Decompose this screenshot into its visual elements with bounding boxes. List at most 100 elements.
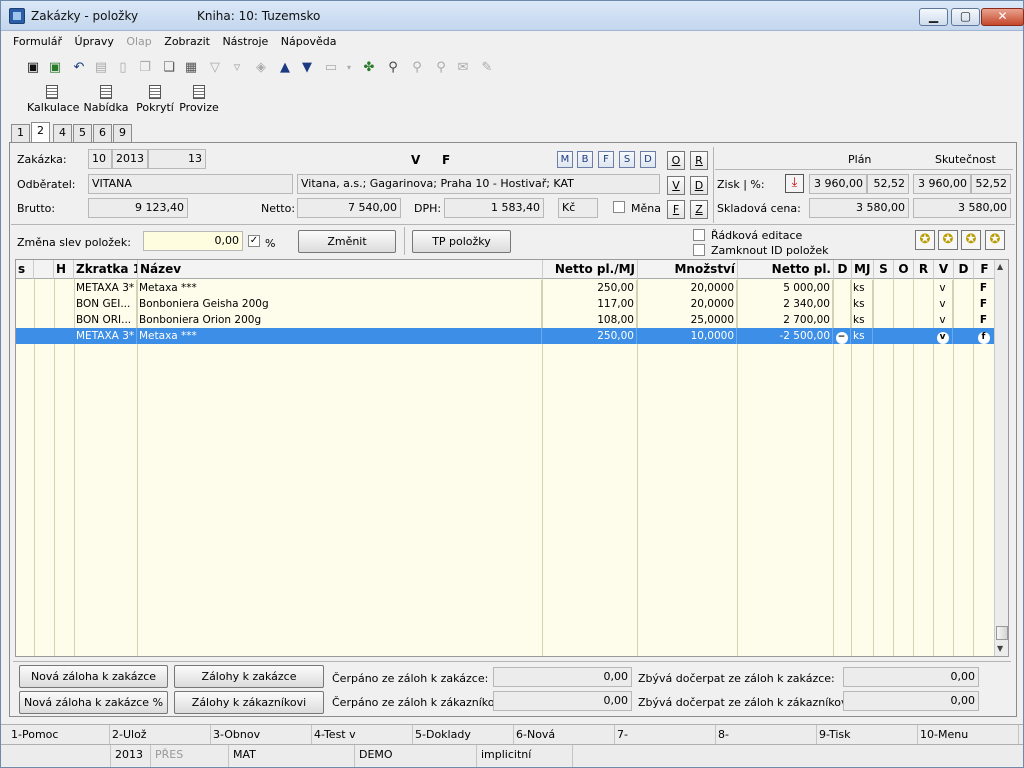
zalohy-zakaznik-button[interactable]: Zálohy k zákazníkovi [174,691,324,714]
pokryti-button[interactable]: Pokrytí [135,83,175,114]
col-blank[interactable] [34,260,54,279]
cell-netto-mj[interactable]: 108,00 [542,312,637,328]
star-icon[interactable]: ✪ [915,230,935,250]
book-icon[interactable]: ▦ [183,60,199,76]
fkey-6[interactable]: 6-Nová [514,725,615,745]
zmenit-button[interactable]: Změnit [298,230,396,253]
col-netto[interactable]: Netto pl. [738,260,834,279]
tab-1[interactable]: 1 [11,124,30,142]
table-row[interactable]: METAXA 3* Metaxa *** 250,00 20,0000 5 000,00… [16,280,996,296]
star-delete-icon[interactable]: ✪ [985,230,1005,250]
cell-zkratka[interactable]: BON GEI... [74,296,137,312]
items-grid[interactable]: s H Zkratka 1 Název Netto pl./MJ Množstv… [15,259,1009,657]
cell-f[interactable]: f [973,328,995,344]
cell-d[interactable] [833,280,851,296]
menu-nastroje[interactable]: Nástroje [222,35,268,48]
f-button[interactable]: F [598,151,614,168]
binocular-arrow-icon[interactable]: ✤ [361,60,377,76]
cell-d[interactable] [833,296,851,312]
col-s2[interactable]: S [874,260,894,279]
cell-mj[interactable]: ks [851,312,873,328]
s-button[interactable]: S [619,151,635,168]
z-button[interactable]: Z [690,200,708,219]
col-h[interactable]: H [54,260,74,279]
d-side-button[interactable]: D [690,176,708,195]
undo-icon[interactable]: ↶ [71,60,87,76]
percent-checkbox[interactable]: ✓ [248,235,260,247]
col-mnozstvi[interactable]: Množství [638,260,738,279]
col-o[interactable]: O [894,260,914,279]
scroll-up-icon[interactable]: ▲ [997,262,1003,271]
table-row[interactable]: METAXA 3* Metaxa *** 250,00 10,0000 -2 500,0… [16,328,996,344]
cell-netto-mj[interactable]: 117,00 [542,296,637,312]
fkey-9[interactable]: 9-Tisk [817,725,918,745]
cell-nazev[interactable]: Bonboniera Geisha 200g [137,296,542,312]
table-row[interactable]: BON GEI... Bonboniera Geisha 200g 117,00 20… [16,296,996,312]
cell-v[interactable]: v [933,328,953,344]
col-v[interactable]: V [934,260,954,279]
cell-netto[interactable]: 5 000,00 [737,280,833,296]
cell-mnozstvi[interactable]: 20,0000 [637,296,737,312]
zakazka-year-field[interactable]: 2013 [112,149,148,169]
scroll-thumb[interactable] [996,626,1008,640]
fkey-7[interactable]: 7- [615,725,716,745]
r-button[interactable]: R [690,151,708,170]
cell-v[interactable]: v [933,296,953,312]
cell-zkratka[interactable]: METAXA 3* [74,328,137,344]
tab-4[interactable]: 4 [53,124,72,142]
cell-nazev[interactable]: Metaxa *** [137,328,542,344]
m-button[interactable]: M [557,151,573,168]
col-d[interactable]: D [834,260,852,279]
star-add-icon[interactable]: ✪ [938,230,958,250]
cell-mj[interactable]: ks [851,280,873,296]
cell-f[interactable]: F [973,280,995,296]
odberatel-address-field[interactable]: Vitana, a.s.; Gagarinova; Praha 10 - Hos… [297,174,660,194]
fkey-4[interactable]: 4-Test v [312,725,413,745]
cell-netto-mj[interactable]: 250,00 [542,280,637,296]
zalohy-zakazka-button[interactable]: Zálohy k zakázce [174,665,324,688]
col-d2[interactable]: D [954,260,974,279]
maximize-button[interactable]: ▢ [951,8,980,26]
menu-formular[interactable]: Formulář [13,35,62,48]
zakazka-book-field[interactable]: 10 [88,149,112,169]
scroll-down-icon[interactable]: ▼ [997,644,1003,653]
save-close-icon[interactable]: ▣ [47,60,63,76]
cell-mnozstvi[interactable]: 20,0000 [637,280,737,296]
cell-nazev[interactable]: Bonboniera Orion 200g [137,312,542,328]
fkey-5[interactable]: 5-Doklady [413,725,514,745]
fkey-8[interactable]: 8- [716,725,817,745]
nabidka-button[interactable]: Nabídka [83,83,129,114]
col-zkratka[interactable]: Zkratka 1 [74,260,138,279]
cell-mnozstvi[interactable]: 25,0000 [637,312,737,328]
col-r[interactable]: R [914,260,934,279]
cell-d[interactable]: − [833,328,851,344]
mena-checkbox[interactable] [613,201,625,213]
cell-f[interactable]: F [973,312,995,328]
cell-netto[interactable]: 2 340,00 [737,296,833,312]
cell-zkratka[interactable]: METAXA 3* [74,280,137,296]
col-nazev[interactable]: Název [138,260,543,279]
paste-icon[interactable]: ❏ [161,60,177,76]
radkova-editace-checkbox[interactable] [693,229,705,241]
b-button[interactable]: B [577,151,593,168]
nova-zaloha-zakazka-pct-button[interactable]: Nová záloha k zakázce % [19,691,168,714]
nova-zaloha-zakazka-button[interactable]: Nová záloha k zakázce [19,665,168,688]
fkey-2[interactable]: 2-Ulož [110,725,211,745]
star-remove-icon[interactable]: ✪ [961,230,981,250]
minimize-button[interactable]: ▁ [919,8,948,26]
tab-2[interactable]: 2 [31,122,50,143]
menu-upravy[interactable]: Úpravy [75,35,114,48]
cell-mj[interactable]: ks [851,328,873,344]
cell-nazev[interactable]: Metaxa *** [137,280,542,296]
cell-mj[interactable]: ks [851,296,873,312]
cell-f[interactable]: F [973,296,995,312]
zmena-slev-input[interactable]: 0,00 [143,231,243,251]
cell-v[interactable]: v [933,312,953,328]
tab-5[interactable]: 5 [73,124,92,142]
arrow-up-icon[interactable]: ▲ [277,60,293,76]
menu-napoveda[interactable]: Nápověda [281,35,337,48]
save-icon[interactable]: ▣ [25,60,41,76]
tab-9[interactable]: 9 [113,124,132,142]
search-icon[interactable]: ⚲ [385,60,401,76]
zamknout-id-checkbox[interactable] [693,244,705,256]
